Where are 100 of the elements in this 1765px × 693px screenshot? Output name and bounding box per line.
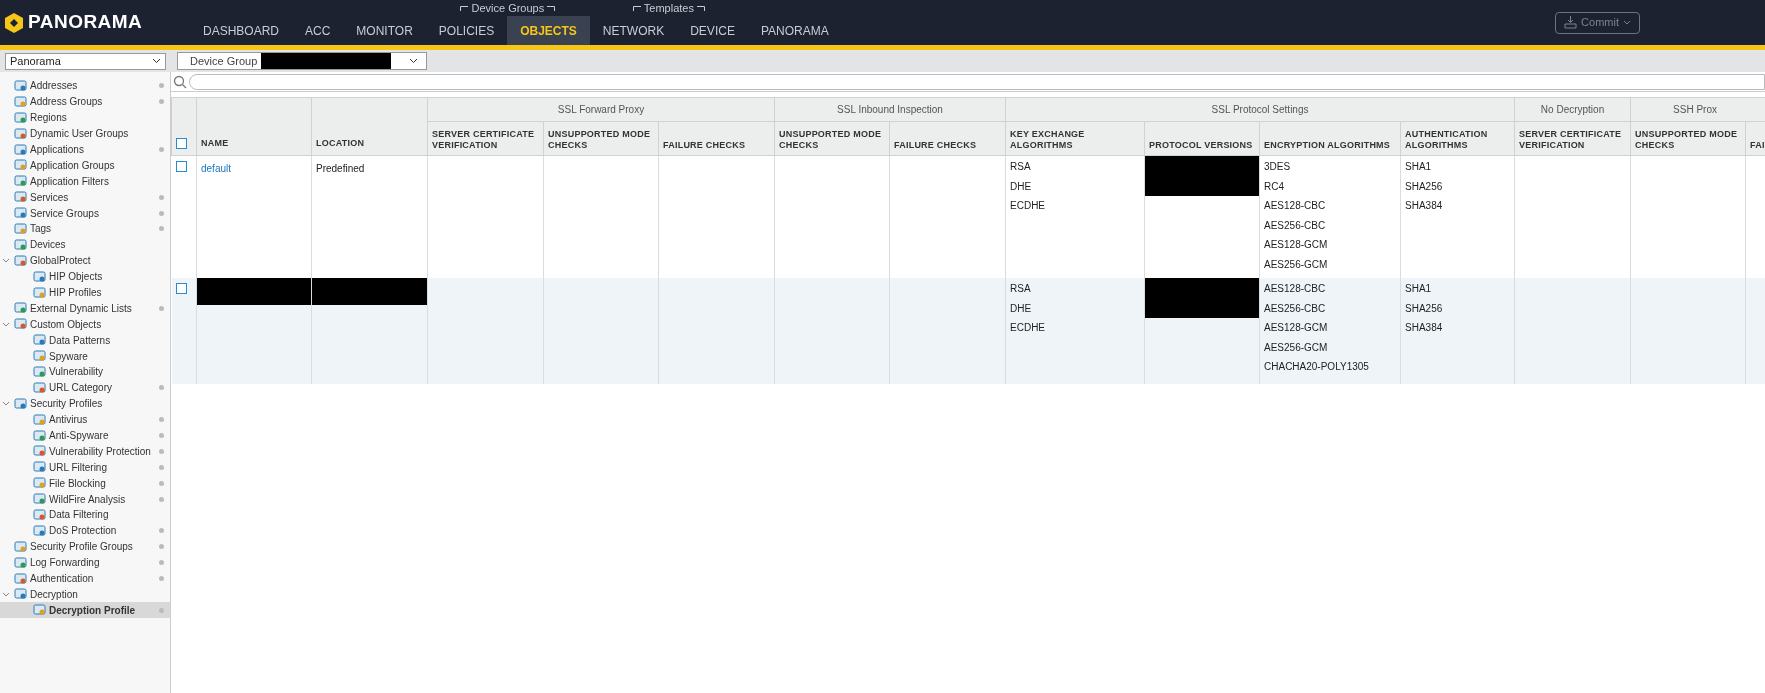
sidebar-item[interactable]: Antivirus <box>0 411 170 428</box>
object-icon <box>33 381 46 394</box>
object-icon <box>14 302 27 315</box>
sidebar-item[interactable]: Service Groups <box>0 205 170 221</box>
table-cell-text: 3DES <box>1264 161 1292 174</box>
object-icon <box>14 254 27 267</box>
row-checkbox[interactable] <box>175 161 187 172</box>
sidebar-item[interactable]: Security Profile Groups <box>0 538 170 555</box>
table-cell-text: AES128-CBC <box>1264 200 1327 213</box>
sidebar-item[interactable]: Applications <box>0 141 170 158</box>
sidebar-item[interactable]: Decryption Profile <box>0 602 170 619</box>
sidebar-item[interactable]: Services <box>0 189 170 206</box>
sidebar-item[interactable]: Custom Objects <box>0 316 170 333</box>
bracket-icon <box>632 5 641 11</box>
nav-tab[interactable]: DEVICE <box>677 16 748 45</box>
bracket-icon <box>460 5 469 11</box>
object-icon <box>14 540 27 553</box>
nav-tab[interactable]: DASHBOARD <box>190 16 292 45</box>
sidebar-item[interactable]: Authentication <box>0 570 170 587</box>
table-cell-text: SHA1 <box>1405 283 1433 296</box>
row-checkbox[interactable] <box>175 283 187 294</box>
sidebar-item[interactable]: Application Filters <box>0 173 170 190</box>
object-icon <box>14 175 27 188</box>
sidebar-item[interactable]: Spyware <box>0 348 170 365</box>
object-icon <box>14 207 27 220</box>
object-icon <box>14 238 27 251</box>
sidebar-item[interactable]: Data Filtering <box>0 507 170 523</box>
nav-tab[interactable]: MONITOR <box>343 16 426 45</box>
chevron-down-icon <box>409 58 418 64</box>
sidebar-item[interactable]: Devices <box>0 236 170 253</box>
chevron-down-icon[interactable] <box>2 258 10 264</box>
sidebar-item[interactable]: GlobalProtect <box>0 252 170 269</box>
sidebar-item[interactable]: URL Filtering <box>0 459 170 476</box>
sidebar-item[interactable]: File Blocking <box>0 475 170 492</box>
profile-name-link[interactable]: default <box>201 163 232 174</box>
device-group-select[interactable]: Device Group <box>177 52 427 70</box>
nav-tab[interactable]: PANORAMA <box>747 16 842 45</box>
object-icon <box>33 270 46 283</box>
object-icon <box>14 95 27 108</box>
chevron-down-icon[interactable] <box>2 321 10 327</box>
nav-tab[interactable]: POLICIES <box>425 16 508 45</box>
object-icon <box>14 588 27 601</box>
sidebar-item[interactable]: External Dynamic Lists <box>0 300 170 317</box>
column-header: AUTHENTICATION ALGORITHMS <box>1405 129 1488 150</box>
sidebar-item[interactable]: Dynamic User Groups <box>0 125 170 142</box>
sidebar-item[interactable]: Regions <box>0 109 170 126</box>
logo-icon <box>4 11 24 34</box>
table-cell-text: RSA <box>1010 283 1032 296</box>
sidebar-item[interactable]: Vulnerability Protection <box>0 443 170 460</box>
column-header: LOCATION <box>316 137 365 148</box>
sidebar-item[interactable]: Application Groups <box>0 157 170 174</box>
table-cell-text: SHA256 <box>1405 180 1444 194</box>
bracket-icon <box>696 5 705 11</box>
object-icon <box>14 397 27 410</box>
column-header: UNSUPPORTED MODE CHECKS <box>779 129 882 150</box>
table-cell-text: AES128-CBC <box>1264 283 1327 296</box>
sidebar-item[interactable]: Data Patterns <box>0 332 170 349</box>
column-header: FAILURE CHECKS <box>663 140 746 150</box>
context-select[interactable]: Panorama <box>5 52 166 70</box>
chevron-down-icon[interactable] <box>2 401 10 407</box>
sidebar-item[interactable]: URL Category <box>0 379 170 396</box>
nav-tab[interactable]: ACC <box>292 16 344 45</box>
object-icon <box>33 334 46 347</box>
column-header: UNSUPPORTED MODE CHECKS <box>1635 129 1738 150</box>
field-label: Device Group <box>190 53 258 69</box>
object-icon <box>14 222 27 235</box>
object-icon <box>33 350 46 363</box>
chevron-down-icon <box>152 58 161 64</box>
sidebar-item[interactable]: Anti-Spyware <box>0 427 170 444</box>
object-icon <box>14 159 27 172</box>
table-cell-text: AES128-GCM <box>1264 322 1329 335</box>
table-cell-text: ECDHE <box>1010 200 1047 213</box>
object-icon <box>14 79 27 92</box>
table-cell-text: RSA <box>1010 161 1032 174</box>
select-all-checkbox[interactable] <box>176 137 187 149</box>
search-icon <box>173 74 187 89</box>
sidebar-item[interactable]: Addresses <box>0 78 170 94</box>
object-icon <box>33 524 46 537</box>
column-header: SERVER CERTIFICATE VERIFICATION <box>432 129 535 150</box>
nav-group-label: Templates <box>643 0 694 16</box>
chevron-down-icon[interactable] <box>2 591 10 597</box>
sidebar-item[interactable]: WildFire Analysis <box>0 491 170 508</box>
sidebar-item[interactable]: Vulnerability <box>0 364 170 380</box>
sidebar-item[interactable]: HIP Profiles <box>0 284 170 301</box>
sidebar-item[interactable]: Address Groups <box>0 93 170 110</box>
sidebar-item[interactable]: HIP Objects <box>0 268 170 285</box>
nav-tab[interactable]: OBJECTS <box>507 16 590 45</box>
sidebar-item[interactable]: Log Forwarding <box>0 554 170 571</box>
chevron-down-icon <box>1623 20 1631 25</box>
object-icon <box>33 413 46 426</box>
sidebar-item[interactable]: Decryption <box>0 586 170 603</box>
column-group-header: SSH Prox <box>1673 104 1717 115</box>
table-cell-text: SHA256 <box>1405 302 1444 316</box>
sidebar-item[interactable]: Tags <box>0 221 170 237</box>
nav-tab[interactable]: NETWORK <box>589 16 678 45</box>
table-cell-text: DHE <box>1010 180 1033 194</box>
table-cell-text: AES256-CBC <box>1264 219 1327 233</box>
sidebar-item[interactable]: Security Profiles <box>0 395 170 412</box>
sidebar-item[interactable]: DoS Protection <box>0 522 170 539</box>
object-icon <box>33 445 46 458</box>
